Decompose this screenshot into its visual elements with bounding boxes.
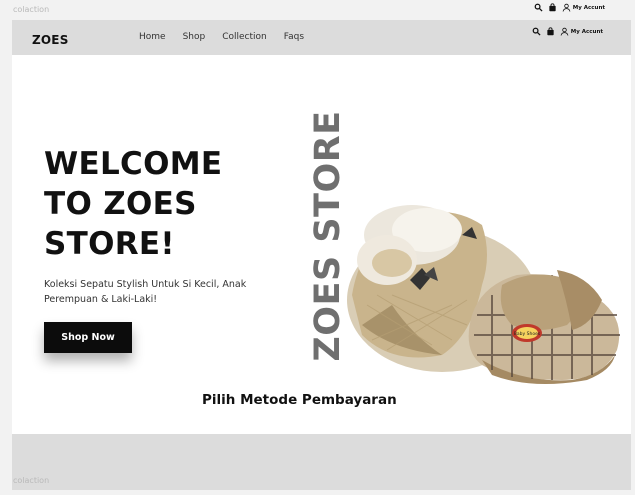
footer-band (12, 434, 631, 490)
user-icon (562, 3, 571, 12)
nav-collection[interactable]: Collection (222, 32, 267, 42)
shop-now-button[interactable]: Shop Now (44, 322, 132, 353)
main-nav: Home Shop Collection Faqs (139, 32, 304, 42)
account-label: My Accunt (572, 4, 605, 11)
bag-icon[interactable] (548, 3, 557, 12)
nav-faqs[interactable]: Faqs (284, 32, 304, 42)
shoe-badge-text: Baby Shoes (514, 331, 541, 337)
outer-top-bar: colaction My Accunt (0, 0, 635, 20)
hero-shoes-image: Baby Shoes (347, 205, 620, 384)
search-icon[interactable] (532, 27, 541, 36)
hero-title-line: TO ZOES (44, 186, 197, 222)
hero-title-line: WELCOME (44, 146, 223, 182)
account-link[interactable]: My Accunt (562, 3, 605, 12)
bag-icon[interactable] (546, 27, 555, 36)
user-icon (560, 27, 569, 36)
search-icon[interactable] (534, 3, 543, 12)
account-link[interactable]: My Accunt (560, 27, 603, 36)
vertical-brand-text: ZOES STORE (308, 110, 348, 362)
account-label: My Accunt (570, 28, 603, 35)
hero-title: WELCOME TO ZOES STORE! (44, 144, 274, 264)
outer-label-top: colaction (13, 5, 50, 14)
hero-subtitle-line: Perempuan & Laki-Laki! (44, 294, 158, 305)
vertical-brand-wrap: ZOES STORE (308, 105, 348, 367)
nav-home[interactable]: Home (139, 32, 166, 42)
hero-subtitle-line: Koleksi Sepatu Stylish Untuk Si Kecil, A… (44, 279, 247, 290)
hero-title-line: STORE! (44, 226, 175, 262)
nav-icons: My Accunt (532, 27, 603, 36)
payment-methods-title: Pilih Metode Pembayaran (202, 392, 397, 408)
brand-logo[interactable]: ZOES (32, 33, 69, 47)
outer-label-bottom: colaction (13, 476, 50, 485)
hero-subtitle: Koleksi Sepatu Stylish Untuk Si Kecil, A… (44, 277, 274, 307)
navbar: ZOES Home Shop Collection Faqs My Accunt (12, 20, 631, 55)
nav-shop[interactable]: Shop (183, 32, 206, 42)
page-frame: ZOES Home Shop Collection Faqs My Accunt… (12, 20, 631, 490)
outer-icons: My Accunt (534, 3, 605, 12)
